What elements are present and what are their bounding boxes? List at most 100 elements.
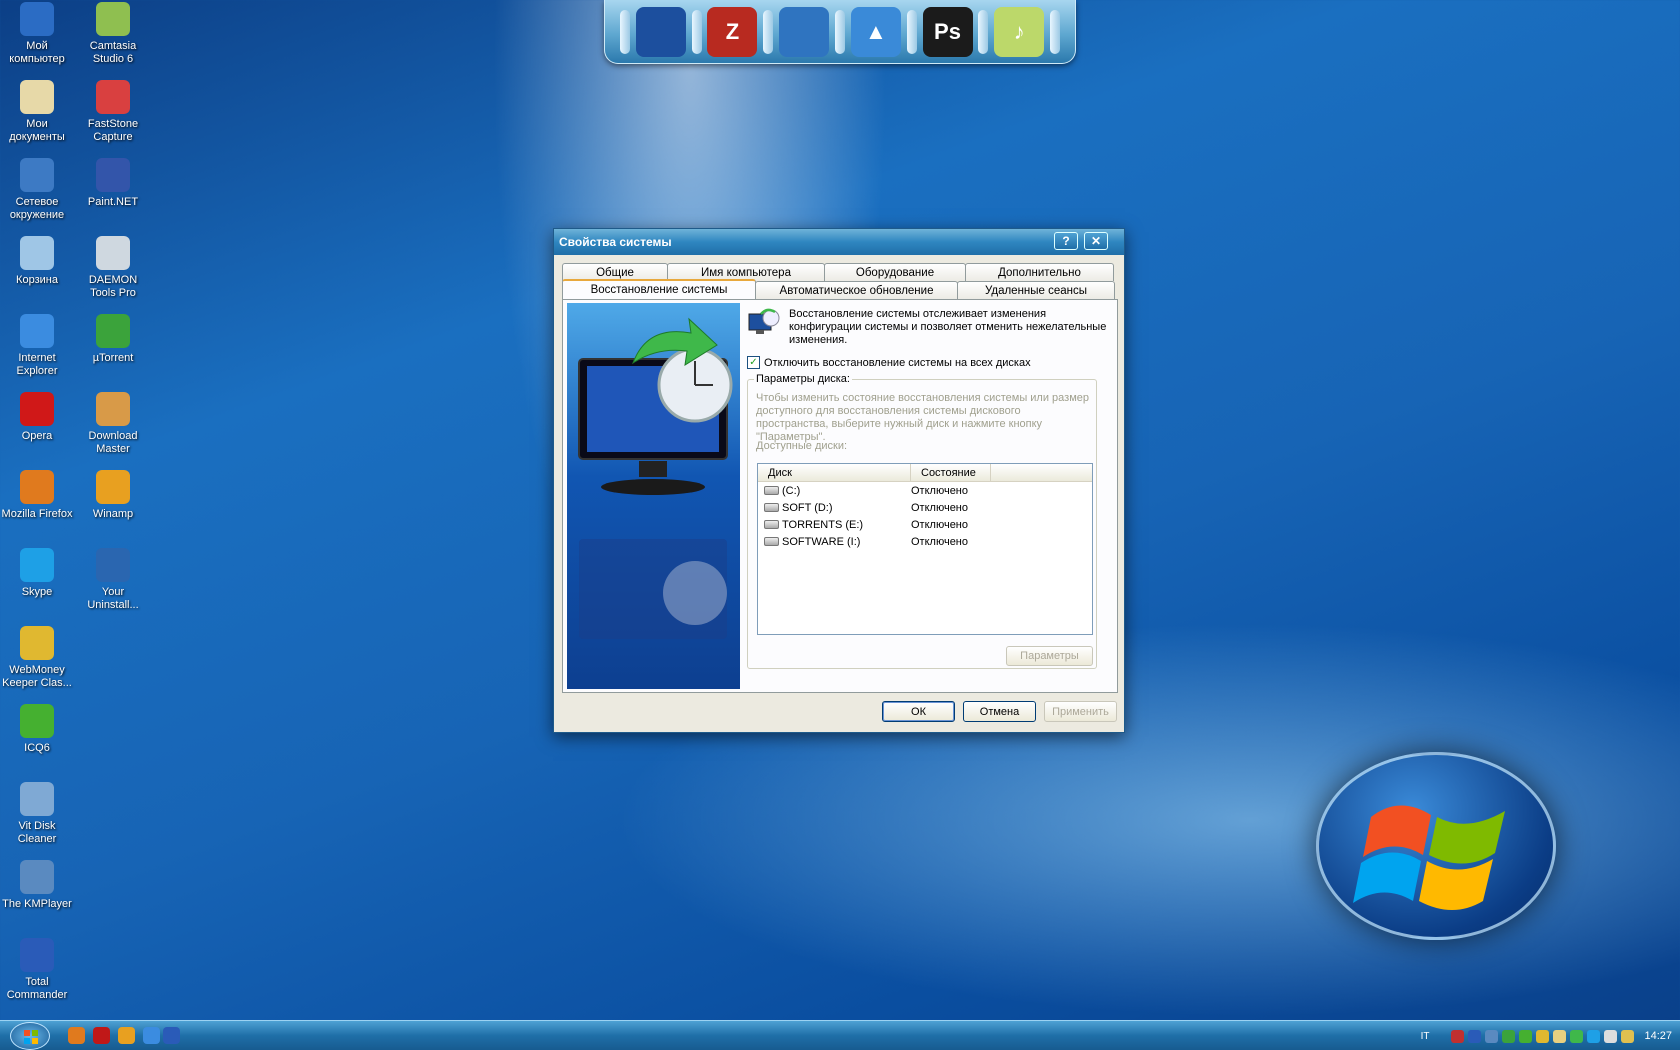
- audio-editor-dock-icon[interactable]: ♪: [994, 6, 1045, 57]
- drive-row[interactable]: SOFTWARE (I:) Отключено: [758, 533, 1092, 550]
- desktop-shortcut-label: WebMoney Keeper Clas...: [2, 664, 72, 689]
- desktop-shortcut[interactable]: Opera: [0, 392, 75, 443]
- desktop-shortcut[interactable]: WebMoney Keeper Clas...: [0, 626, 75, 690]
- upload-arrow-dock-icon[interactable]: ▲: [850, 6, 901, 57]
- tray-network-icon[interactable]: [1468, 1029, 1482, 1043]
- clock[interactable]: 14:27: [1644, 1030, 1672, 1042]
- internet-explorer-icon: [20, 314, 54, 348]
- drive-status: Отключено: [911, 535, 968, 548]
- quicklaunch-firefox-icon[interactable]: [68, 1027, 85, 1044]
- dock-separator: [1050, 9, 1061, 54]
- dialog-titlebar[interactable]: Свойства системы ? ✕: [554, 229, 1124, 255]
- drive-row[interactable]: (C:) Отключено: [758, 482, 1092, 499]
- quicklaunch-winamp-icon[interactable]: [118, 1027, 135, 1044]
- tray-icq-icon[interactable]: [1519, 1029, 1533, 1043]
- column-status[interactable]: Состояние: [911, 464, 991, 481]
- column-disk[interactable]: Диск: [758, 464, 911, 481]
- network-globe-dock-icon[interactable]: [779, 6, 830, 57]
- desktop-shortcut-label: Мои документы: [9, 118, 65, 143]
- tray-safely-remove-icon[interactable]: [1570, 1029, 1584, 1043]
- your-uninstaller-icon: [96, 548, 130, 582]
- language-indicator[interactable]: IT: [1421, 1031, 1430, 1042]
- drive-row[interactable]: SOFT (D:) Отключено: [758, 499, 1092, 516]
- desktop-shortcut-label: Camtasia Studio 6: [89, 40, 137, 65]
- cancel-button[interactable]: Отмена: [963, 701, 1036, 722]
- desktop-shortcut[interactable]: DAEMON Tools Pro: [75, 236, 151, 300]
- download-master-icon: [96, 392, 130, 426]
- desktop-shortcut[interactable]: Skype: [0, 548, 75, 599]
- desktop-shortcut[interactable]: Мой компьютер: [0, 2, 75, 66]
- tray-volume-icon[interactable]: [1604, 1029, 1618, 1043]
- disable-restore-row[interactable]: ✓ Отключить восстановление системы на вс…: [747, 356, 1107, 369]
- my-computer-icon: [20, 2, 54, 36]
- desktop-shortcut[interactable]: FastStone Capture: [75, 80, 151, 144]
- desktop-shortcut[interactable]: Download Master: [75, 392, 151, 456]
- disable-restore-label[interactable]: Отключить восстановление системы на всех…: [764, 357, 1031, 369]
- disk-settings-title: Параметры диска:: [754, 373, 852, 385]
- hard-drive-icon: [764, 520, 779, 529]
- desktop-shortcut[interactable]: Mozilla Firefox: [0, 470, 75, 521]
- dock-separator: [619, 9, 630, 54]
- desktop-shortcut[interactable]: Paint.NET: [75, 158, 151, 209]
- disable-restore-checkbox[interactable]: ✓: [747, 356, 760, 369]
- computer-dock-icon[interactable]: [635, 6, 686, 57]
- tab-advanced[interactable]: Дополнительно: [965, 263, 1114, 281]
- tab-automatic-updates[interactable]: Автоматическое обновление: [755, 281, 958, 299]
- apply-button[interactable]: Применить: [1044, 701, 1117, 722]
- start-button[interactable]: [10, 1022, 50, 1050]
- desktop-shortcut-label: Download Master: [88, 430, 138, 455]
- desktop-shortcut[interactable]: Camtasia Studio 6: [75, 2, 151, 66]
- tray-webmoney-icon[interactable]: [1536, 1029, 1550, 1043]
- tray-download-master-icon[interactable]: [1621, 1029, 1635, 1043]
- quicklaunch-total-commander-icon[interactable]: [163, 1027, 180, 1044]
- desktop-shortcut-label: Winamp: [92, 508, 134, 520]
- close-button[interactable]: ✕: [1084, 232, 1108, 250]
- desktop-shortcut-label: Paint.NET: [87, 196, 139, 208]
- desktop-shortcut[interactable]: ICQ6: [0, 704, 75, 755]
- filezilla-dock-icon[interactable]: Z: [707, 6, 758, 57]
- top-dock: Z ▲ Ps ♪: [604, 0, 1076, 64]
- opera-icon: [20, 392, 54, 426]
- photoshop-dock-icon[interactable]: Ps: [922, 6, 973, 57]
- desktop-shortcut-label: Total Commander: [6, 976, 68, 1001]
- desktop-shortcut[interactable]: Корзина: [0, 236, 75, 287]
- winamp-icon: [96, 470, 130, 504]
- desktop-shortcut-label: Сетевое окружение: [9, 196, 65, 221]
- drive-row[interactable]: TORRENTS (E:) Отключено: [758, 516, 1092, 533]
- desktop-shortcut[interactable]: The KMPlayer: [0, 860, 75, 911]
- desktop-shortcut-label: Mozilla Firefox: [1, 508, 73, 520]
- tabs-front-row: Восстановление системы Автоматическое об…: [562, 279, 1115, 299]
- desktop-shortcut[interactable]: Total Commander: [0, 938, 75, 1002]
- desktop-shortcut[interactable]: µTorrent: [75, 314, 151, 365]
- drives-list[interactable]: Диск Состояние (C:) Отключено SOFT (D:) Отк…: [757, 463, 1093, 635]
- quicklaunch-opera-icon[interactable]: [93, 1027, 110, 1044]
- tray-skype-icon[interactable]: [1587, 1029, 1601, 1043]
- tab-remote[interactable]: Удаленные сеансы: [957, 281, 1115, 299]
- parameters-button[interactable]: Параметры: [1006, 646, 1093, 666]
- firefox-icon: [20, 470, 54, 504]
- tab-system-restore[interactable]: Восстановление системы: [562, 279, 756, 299]
- disk-cleaner-icon: [20, 782, 54, 816]
- tray-faststone-icon[interactable]: [1451, 1029, 1465, 1043]
- desktop-shortcut-label: Internet Explorer: [16, 352, 58, 377]
- desktop-shortcut[interactable]: Vit Disk Cleaner: [0, 782, 75, 846]
- quicklaunch-ie-icon[interactable]: [143, 1027, 160, 1044]
- tray-utorrent-icon[interactable]: [1502, 1029, 1516, 1043]
- desktop-shortcut[interactable]: Internet Explorer: [0, 314, 75, 378]
- tab-panel-system-restore: Восстановление системы отслеживает измен…: [562, 299, 1118, 693]
- tab-hardware[interactable]: Оборудование: [824, 263, 966, 281]
- desktop-shortcut[interactable]: Сетевое окружение: [0, 158, 75, 222]
- faststone-icon: [96, 80, 130, 114]
- desktop-shortcut[interactable]: Мои документы: [0, 80, 75, 144]
- desktop-shortcut[interactable]: Your Uninstall...: [75, 548, 151, 612]
- tray-display-icon[interactable]: [1485, 1029, 1499, 1043]
- desktop-shortcut-label: Your Uninstall...: [87, 586, 139, 611]
- restore-description: Восстановление системы отслеживает измен…: [789, 308, 1107, 346]
- drive-name: (C:): [782, 484, 801, 497]
- tray-keyboard-icon[interactable]: [1553, 1029, 1567, 1043]
- restore-content: Восстановление системы отслеживает измен…: [747, 308, 1107, 669]
- paintnet-icon: [96, 158, 130, 192]
- help-button[interactable]: ?: [1054, 232, 1078, 250]
- ok-button[interactable]: ОК: [882, 701, 955, 722]
- desktop-shortcut[interactable]: Winamp: [75, 470, 151, 521]
